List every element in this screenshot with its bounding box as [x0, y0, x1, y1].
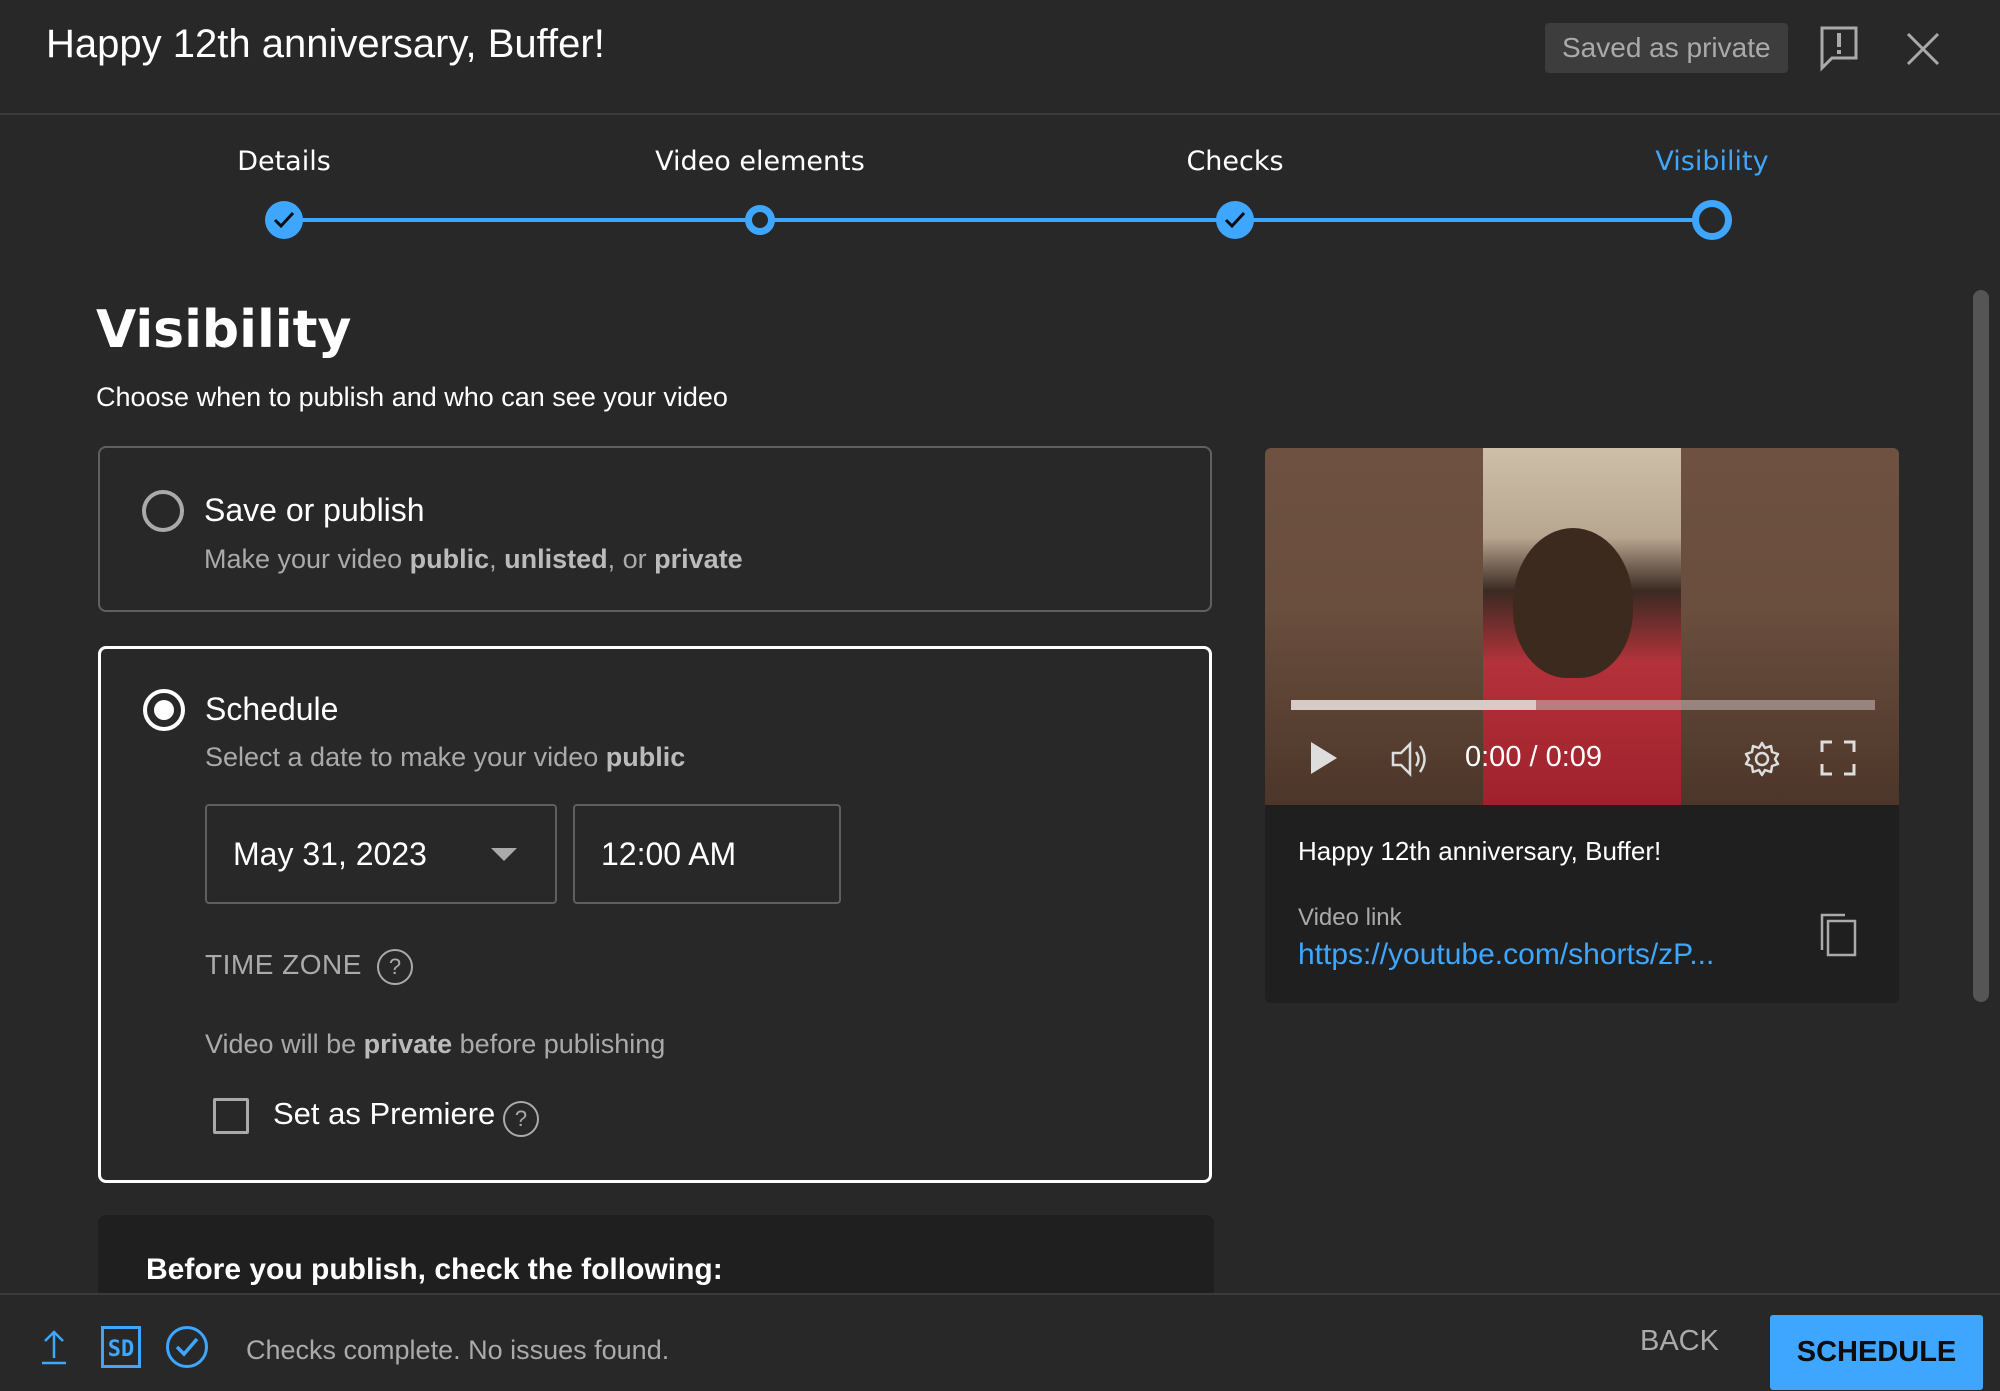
play-icon[interactable]: [1309, 740, 1339, 781]
schedule-description: Select a date to make your video public: [205, 742, 685, 773]
sd-badge-text: SD: [108, 1337, 135, 1362]
video-link-label: Video link: [1298, 904, 1402, 931]
desc-unlisted: unlisted: [504, 544, 608, 574]
saved-status-badge: Saved as private: [1545, 23, 1788, 73]
desc-private: private: [654, 544, 743, 574]
time-value: 12:00 AM: [601, 836, 737, 872]
section-title: Visibility: [96, 300, 352, 360]
fullscreen-icon[interactable]: [1820, 740, 1856, 781]
feedback-icon[interactable]: [1818, 24, 1862, 72]
settings-gear-icon[interactable]: [1743, 740, 1781, 783]
video-time-readout: 0:00 / 0:09: [1465, 741, 1603, 773]
date-picker-dropdown[interactable]: May 31, 2023: [205, 804, 557, 904]
back-button[interactable]: BACK: [1640, 1325, 1719, 1358]
volume-icon[interactable]: [1390, 740, 1432, 783]
video-progress-bar[interactable]: [1291, 700, 1875, 710]
video-frame-subject: [1513, 528, 1633, 678]
premiere-help-icon[interactable]: ?: [503, 1101, 539, 1137]
video-preview-card: 0:00 / 0:09 Happy 12th anniversary, Buff…: [1265, 448, 1899, 1003]
desc-sep: ,: [489, 544, 505, 574]
copy-link-icon[interactable]: [1819, 912, 1859, 963]
desc-public: public: [605, 742, 686, 772]
date-value: May 31, 2023: [233, 836, 427, 872]
video-player[interactable]: 0:00 / 0:09: [1265, 448, 1899, 805]
step-video-elements-label[interactable]: Video elements: [655, 146, 865, 177]
preview-video-title: Happy 12th anniversary, Buffer!: [1298, 836, 1662, 866]
dialog-footer: SD Checks complete. No issues found. BAC…: [0, 1293, 2000, 1391]
save-or-publish-title: Save or publish: [204, 492, 425, 528]
desc-sep: , or: [607, 544, 655, 574]
premiere-checkbox[interactable]: [213, 1098, 249, 1134]
desc-text: Select a date to make your video: [205, 742, 606, 772]
private-before-publishing-note: Video will be private before publishing: [205, 1029, 665, 1060]
timezone-label: TIME ZONE: [205, 949, 362, 980]
schedule-button[interactable]: SCHEDULE: [1770, 1315, 1983, 1390]
note-text: before publishing: [452, 1029, 666, 1059]
dialog-header: Happy 12th anniversary, Buffer! Saved as…: [0, 0, 2000, 115]
save-or-publish-description: Make your video public, unlisted, or pri…: [204, 544, 743, 575]
time-input[interactable]: 12:00 AM: [573, 804, 841, 904]
step-visibility-label[interactable]: Visibility: [1655, 146, 1768, 177]
before-you-publish-title: Before you publish, check the following:: [146, 1253, 723, 1286]
desc-text: Make your video: [204, 544, 410, 574]
note-text: Video will be: [205, 1029, 364, 1059]
close-icon[interactable]: [1900, 24, 1944, 72]
note-private: private: [363, 1029, 453, 1059]
desc-public: public: [409, 544, 490, 574]
sd-quality-icon[interactable]: SD: [101, 1326, 141, 1373]
schedule-option[interactable]: Schedule Select a date to make your vide…: [98, 646, 1212, 1183]
timezone-help-icon[interactable]: ?: [377, 949, 413, 985]
dialog-title: Happy 12th anniversary, Buffer!: [46, 22, 605, 66]
checks-status-text: Checks complete. No issues found.: [246, 1335, 670, 1365]
stepper-line: [284, 218, 1712, 222]
dropdown-caret-icon: [491, 848, 517, 861]
step-details-check-icon[interactable]: [265, 201, 303, 239]
checks-complete-icon[interactable]: [165, 1325, 209, 1374]
upload-icon[interactable]: [40, 1328, 68, 1371]
video-buffered-fill: [1291, 700, 1537, 710]
section-subtitle: Choose when to publish and who can see y…: [96, 382, 728, 412]
step-visibility-ring-icon[interactable]: [1692, 200, 1732, 240]
schedule-title: Schedule: [205, 691, 339, 727]
step-checks-check-icon[interactable]: [1216, 201, 1254, 239]
save-or-publish-option[interactable]: Save or publish Make your video public, …: [98, 446, 1212, 612]
schedule-radio[interactable]: [143, 689, 185, 731]
step-details-label[interactable]: Details: [237, 146, 331, 177]
save-or-publish-radio[interactable]: [142, 490, 184, 532]
step-video-elements-ring-icon[interactable]: [745, 205, 775, 235]
content-scrollbar[interactable]: [1973, 290, 1989, 1002]
premiere-label[interactable]: Set as Premiere: [273, 1096, 495, 1132]
step-checks-label[interactable]: Checks: [1186, 146, 1283, 177]
video-link[interactable]: https://youtube.com/shorts/zP...: [1298, 938, 1714, 972]
progress-stepper: Details Video elements Checks Visibility: [0, 140, 2000, 240]
